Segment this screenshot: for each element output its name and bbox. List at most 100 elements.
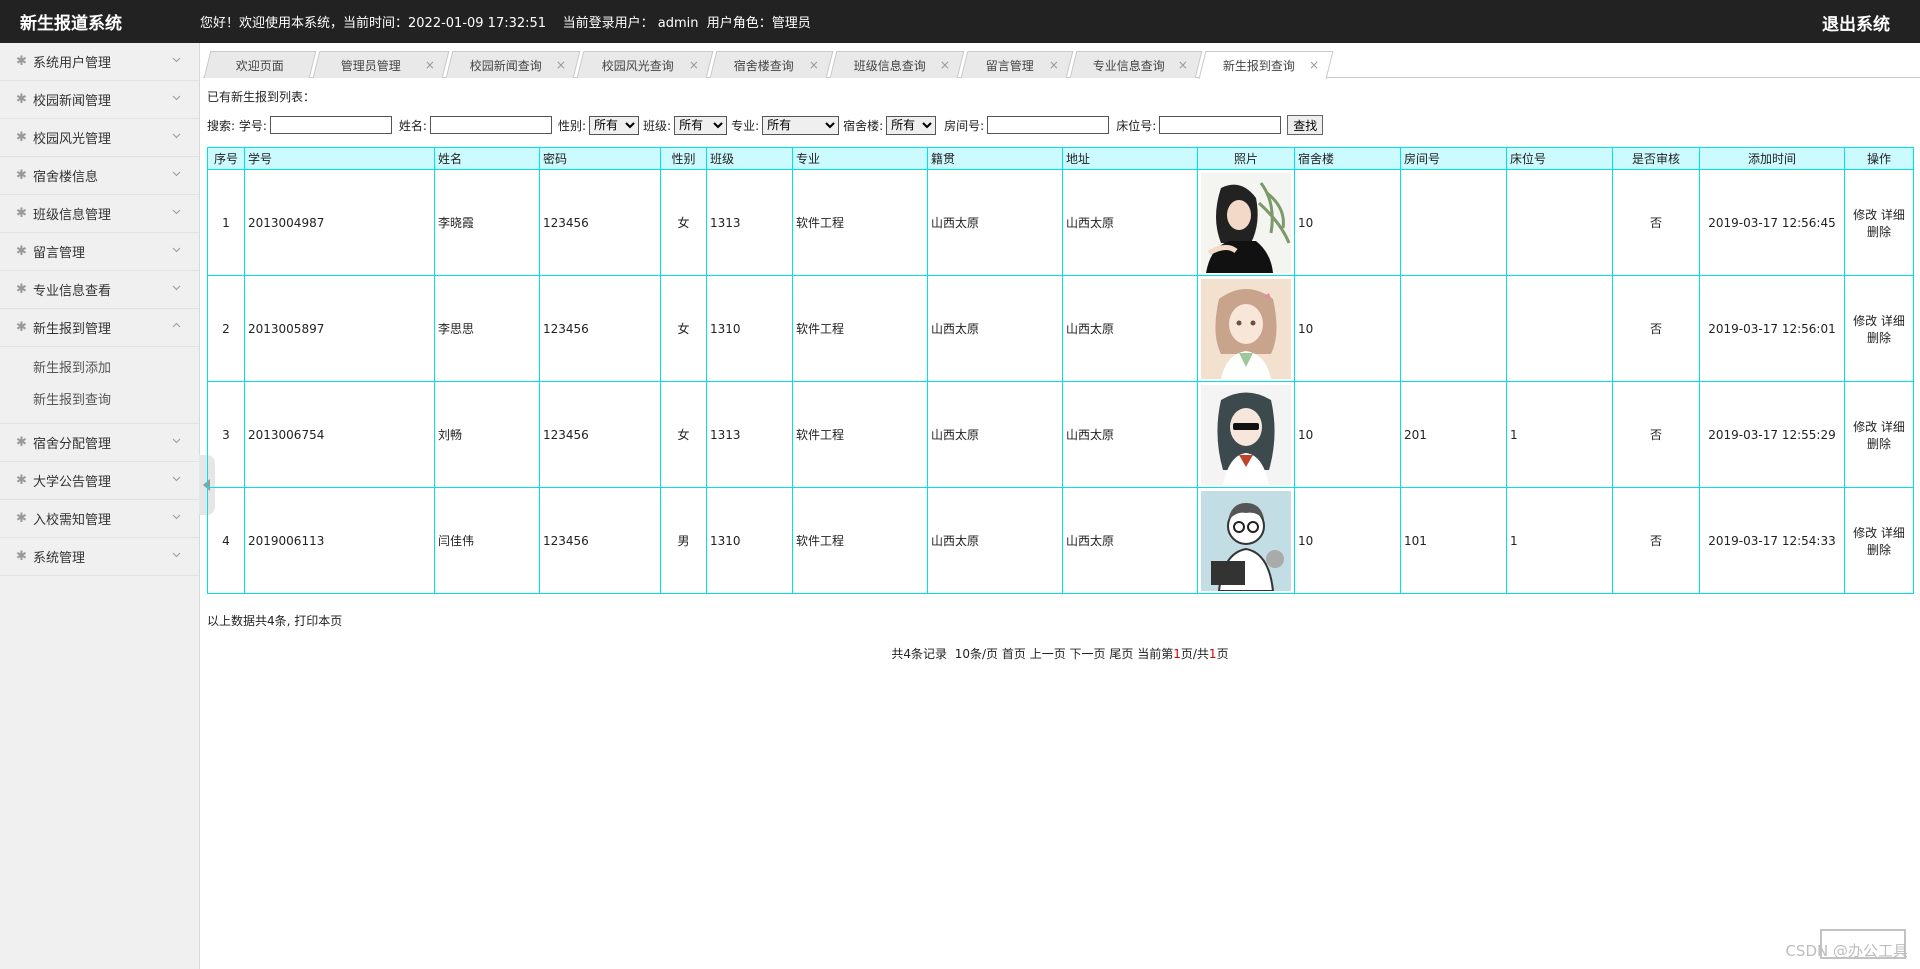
sidebar-item-announcement-management[interactable]: ✱ 大学公告管理 (0, 462, 199, 500)
pager-first-link[interactable]: 首页 (1002, 647, 1026, 661)
gear-icon: ✱ (16, 92, 27, 107)
table-row: 1 2013004987 李晓霞 123456 女 1313 软件工程 山西太原… (207, 169, 1914, 276)
pager-next-link[interactable]: 下一页 (1070, 647, 1106, 661)
list-caption: 已有新生报到列表： (207, 90, 316, 104)
delete-link[interactable]: 删除 (1867, 543, 1891, 557)
sidebar-item-dormitory-info[interactable]: ✱ 宿舍楼信息 (0, 157, 199, 195)
sidebar-item-dorm-allocation[interactable]: ✱ 宿舍分配管理 (0, 424, 199, 462)
sidebar-item-label: 专业信息查看 (33, 284, 112, 299)
class-select[interactable]: 所有 (674, 115, 728, 135)
top-header: 新生报道系统 您好！欢迎使用本系统，当前时间：2022-01-09 17:32:… (0, 0, 1920, 43)
close-icon[interactable]: × (689, 58, 699, 72)
tab-news-query[interactable]: 校园新闻查询 × (445, 51, 581, 78)
cell-no: 4 (207, 487, 245, 594)
submenu-item-registration-add[interactable]: 新生报到添加 (0, 353, 199, 385)
submenu-item-registration-query[interactable]: 新生报到查询 (0, 385, 199, 417)
detail-link[interactable]: 详细 (1881, 420, 1905, 434)
sidebar-item-class-management[interactable]: ✱ 班级信息管理 (0, 195, 199, 233)
close-icon[interactable]: × (425, 58, 435, 72)
name-input[interactable] (429, 116, 552, 134)
column-header: 是否审核 (1612, 147, 1700, 170)
cell-password: 123456 (539, 169, 661, 276)
close-icon[interactable]: × (809, 58, 819, 72)
cell-added-time: 2019-03-17 12:56:01 (1699, 275, 1845, 382)
chevron-down-icon (172, 209, 181, 215)
student-photo[interactable] (1201, 172, 1291, 273)
delete-link[interactable]: 删除 (1867, 225, 1891, 239)
pager-last-link[interactable]: 尾页 (1109, 647, 1133, 661)
cell-password: 123456 (539, 487, 661, 594)
cell-added-time: 2019-03-17 12:55:29 (1699, 381, 1845, 488)
gender-select[interactable]: 所有 (589, 115, 640, 135)
chevron-down-icon (172, 438, 181, 444)
sidebar-item-major-info[interactable]: ✱ 专业信息查看 (0, 271, 199, 309)
pager-prev-link[interactable]: 上一页 (1030, 647, 1066, 661)
sidebar-item-message-management[interactable]: ✱ 留言管理 (0, 233, 199, 271)
gear-icon: ✱ (16, 206, 27, 221)
cell-bed-number (1506, 275, 1613, 382)
pagination: 共4条记录 10条/页 首页 上一页 下一页 尾页 当前第1页/共1页 (207, 645, 1913, 662)
edit-link[interactable]: 修改 (1853, 526, 1877, 540)
edit-link[interactable]: 修改 (1853, 208, 1877, 222)
cell-photo (1197, 169, 1295, 276)
delete-link[interactable]: 删除 (1867, 331, 1891, 345)
sidebar-item-admission-notice[interactable]: ✱ 入校需知管理 (0, 500, 199, 538)
sidebar-item-scenery-management[interactable]: ✱ 校园风光管理 (0, 119, 199, 157)
tab-registration-query[interactable]: 新生报到查询 × (1198, 51, 1334, 79)
gear-icon: ✱ (16, 130, 27, 145)
registration-table: 序号 学号 姓名 密码 性别 班级 专业 籍贯 地址 照片 宿舍楼 房间号 床位… (207, 147, 1914, 594)
tab-dorm-query[interactable]: 宿舍楼查询 × (709, 51, 834, 78)
chevron-down-icon (172, 133, 181, 139)
sidebar-item-registration-management[interactable]: ✱ 新生报到管理 (0, 309, 199, 347)
student-photo[interactable] (1201, 384, 1291, 485)
column-header: 序号 (207, 147, 245, 170)
tab-scenery-query[interactable]: 校园风光查询 × (576, 51, 714, 78)
column-header: 房间号 (1400, 147, 1507, 170)
tab-admin-management[interactable]: 管理员管理 × (312, 51, 450, 78)
tab-welcome[interactable]: 欢迎页面 (203, 51, 317, 78)
student-id-label: 学号: (238, 118, 267, 133)
record-summary: 以上数据共4条, 打印本页 (207, 614, 343, 628)
edit-link[interactable]: 修改 (1853, 420, 1877, 434)
detail-link[interactable]: 详细 (1881, 314, 1905, 328)
cell-added-time: 2019-03-17 12:56:45 (1699, 169, 1845, 276)
student-photo[interactable] (1201, 490, 1291, 591)
student-photo[interactable] (1201, 278, 1291, 379)
table-row: 3 2013006754 刘畅 123456 女 1313 软件工程 山西太原 … (207, 381, 1914, 488)
bed-number-input[interactable] (1159, 116, 1282, 134)
cell-address: 山西太原 (1062, 487, 1198, 594)
tab-message-management[interactable]: 留言管理 × (960, 51, 1074, 78)
major-select[interactable]: 所有 (762, 115, 840, 135)
cell-password: 123456 (539, 275, 661, 382)
delete-link[interactable]: 删除 (1867, 437, 1891, 451)
close-icon[interactable]: × (940, 58, 950, 72)
sidebar-menu-lower: ✱ 宿舍分配管理 ✱ 大学公告管理 ✱ 入校需知管理 ✱ 系统管理 (0, 423, 199, 576)
detail-link[interactable]: 详细 (1881, 208, 1905, 222)
cell-password: 123456 (539, 381, 661, 488)
welcome-message: 您好！欢迎使用本系统，当前时间：2022-01-09 17:32:51 当前登录… (200, 16, 811, 31)
detail-link[interactable]: 详细 (1881, 526, 1905, 540)
tab-major-query[interactable]: 专业信息查询 × (1069, 51, 1203, 78)
sidebar-item-system-management[interactable]: ✱ 系统管理 (0, 538, 199, 576)
close-icon[interactable]: × (556, 58, 566, 72)
cell-address: 山西太原 (1062, 275, 1198, 382)
cell-operations: 修改 详细 删除 (1844, 169, 1914, 276)
cell-bed-number: 1 (1506, 381, 1613, 488)
room-number-input[interactable] (987, 116, 1110, 134)
close-icon[interactable]: × (1178, 58, 1188, 72)
edit-link[interactable]: 修改 (1853, 314, 1877, 328)
logout-button[interactable]: 退出系统 (1822, 10, 1890, 35)
sidebar-item-news-management[interactable]: ✱ 校园新闻管理 (0, 81, 199, 119)
tab-class-query[interactable]: 班级信息查询 × (829, 51, 965, 78)
sidebar-item-user-management[interactable]: ✱ 系统用户管理 (0, 43, 199, 81)
dorm-building-label: 宿舍楼: (843, 118, 884, 133)
student-id-input[interactable] (269, 116, 392, 134)
column-header: 操作 (1844, 147, 1914, 170)
cell-room-number (1400, 275, 1507, 382)
close-icon[interactable]: × (1049, 58, 1059, 72)
close-icon[interactable]: × (1309, 58, 1319, 72)
pager-current-prefix: 当前第 (1137, 647, 1174, 661)
search-button[interactable]: 查找 (1287, 115, 1324, 135)
dorm-building-select[interactable]: 所有 (886, 115, 937, 135)
pager-total: 共4条记录 (891, 647, 948, 661)
